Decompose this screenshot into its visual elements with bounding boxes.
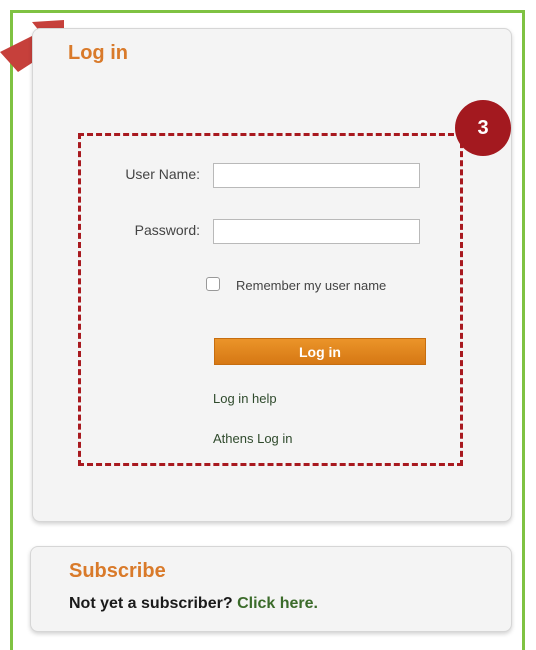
username-input[interactable] (213, 163, 420, 188)
subscribe-text: Not yet a subscriber? (69, 595, 233, 612)
login-title: Log in (68, 42, 128, 64)
subscribe-link[interactable]: Click here. (237, 595, 318, 612)
subscribe-panel: Subscribe Not yet a subscriber? Click he… (30, 546, 512, 632)
password-label: Password: (134, 222, 200, 238)
step-badge: 3 (455, 100, 511, 156)
login-help-link[interactable]: Log in help (213, 391, 277, 406)
remember-checkbox[interactable] (206, 277, 220, 291)
subscribe-text-line: Not yet a subscriber? Click here. (69, 595, 318, 613)
athens-login-link[interactable]: Athens Log in (213, 431, 293, 446)
subscribe-title: Subscribe (69, 560, 166, 582)
username-label: User Name: (125, 166, 200, 182)
remember-label[interactable]: Remember my user name (236, 278, 386, 293)
password-input[interactable] (213, 219, 420, 244)
login-button[interactable]: Log in (214, 338, 426, 365)
